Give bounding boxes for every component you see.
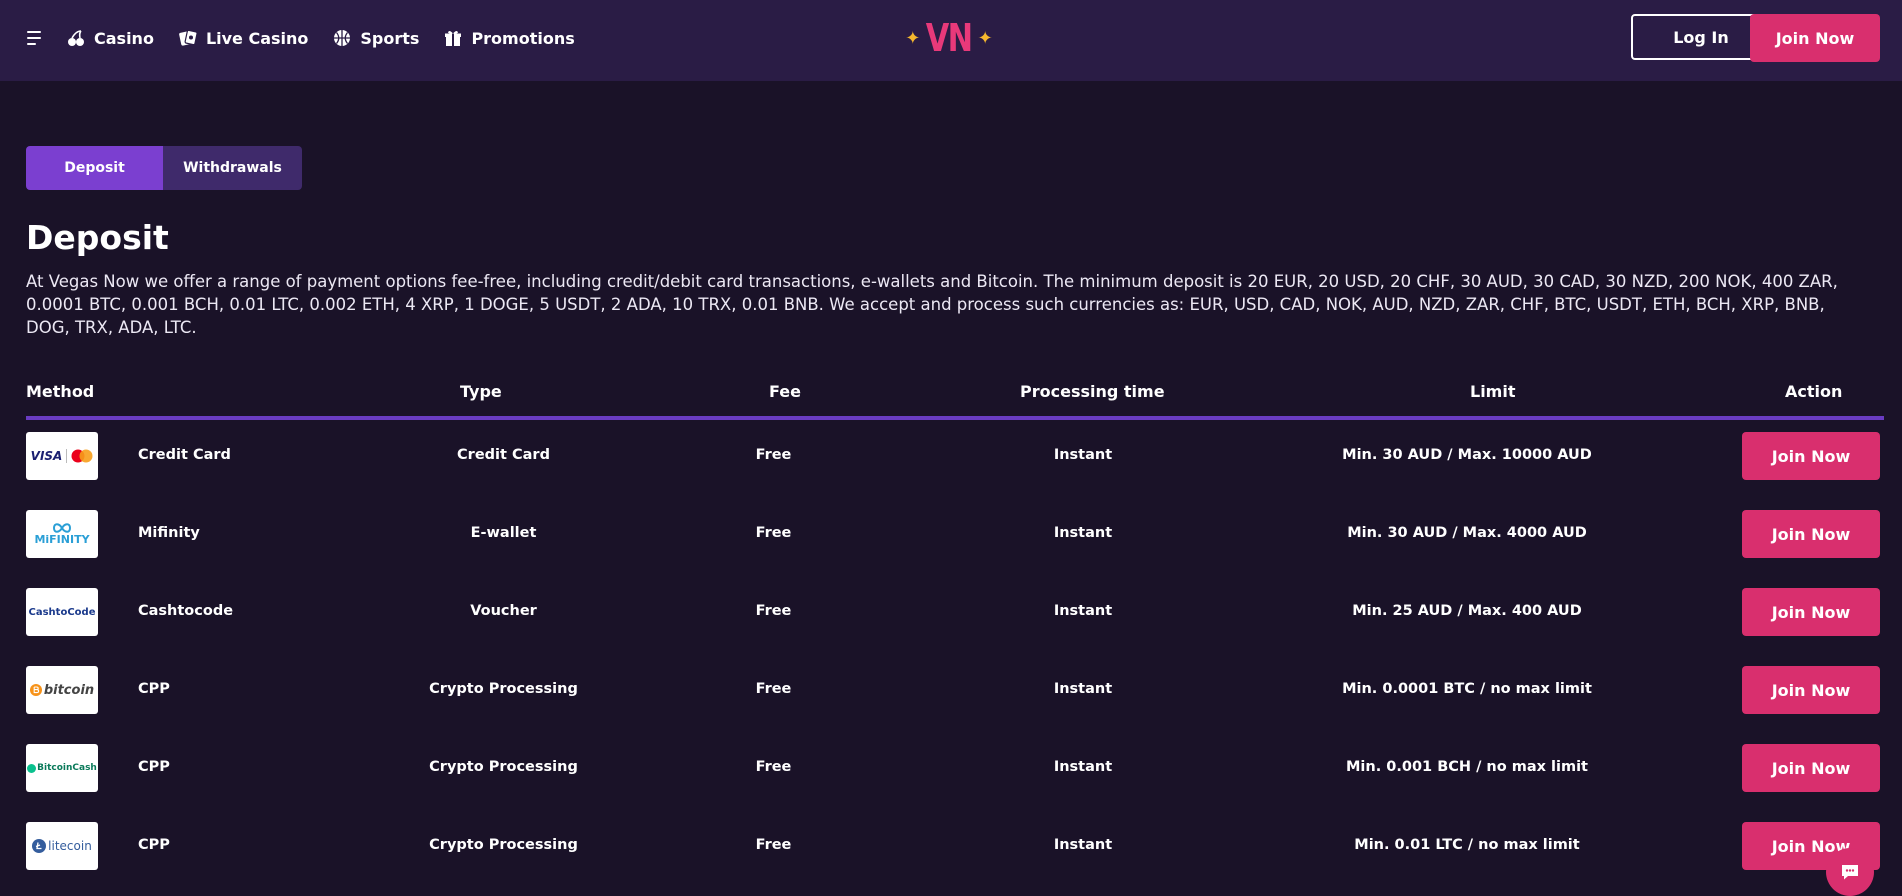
method-fee: Free [755,447,792,463]
infinity-icon [52,522,72,533]
intro-text: At Vegas Now we offer a range of payment… [26,272,1838,337]
tab-deposit[interactable]: Deposit [26,146,163,190]
bitcoin-cash-icon [27,763,37,773]
table-header: Method Type Fee Processing time Limit Ac… [26,378,1884,420]
table-row: VISA Credit Card Credit Card Free Instan… [26,432,1884,482]
gift-icon [445,30,462,46]
processing-time: Instant [1053,681,1113,697]
cards-icon [179,29,198,46]
processing-time: Instant [1053,759,1113,775]
sparkle-icon: ✦ [905,27,921,49]
bitcoin-logo-text: bitcoin [43,682,95,698]
cherries-icon [68,30,84,46]
bitcoin-cash-logo-text: BitcoinCash [37,763,97,773]
method-limit: Min. 0.0001 BTC / no max limit [1342,681,1592,697]
processing-time: Instant [1053,837,1113,853]
table-row: MiFINITY Mifinity E-wallet Free Instant … [26,510,1884,560]
column-header-processing-time: Processing time [1020,382,1165,401]
method-name: Credit Card [138,447,231,463]
method-limit: Min. 0.001 BCH / no max limit [1346,759,1588,775]
join-now-button[interactable]: Join Now [1742,588,1880,636]
column-header-action: Action [1785,382,1843,401]
join-now-button[interactable]: Join Now [1750,14,1880,62]
nav-item-casino[interactable]: Casino [66,24,154,52]
logo-text: VN [926,16,973,60]
join-now-button[interactable]: Join Now [1742,510,1880,558]
method-type: Voucher [470,603,537,619]
mastercard-icon [71,449,93,463]
nav-item-label: Promotions [471,28,575,48]
column-header-fee: Fee [769,382,801,401]
tab-withdrawals[interactable]: Withdrawals [163,146,302,190]
cashtocode-logo: CashtoCode [26,588,98,636]
method-type: Crypto Processing [429,681,578,697]
basketball-icon [334,30,351,46]
table-row: bitcoin CPP Crypto Processing Free Insta… [26,666,1884,716]
join-now-button[interactable]: Join Now [1742,744,1880,792]
litecoin-logo-text: litecoin [48,839,92,853]
method-name: CPP [138,681,170,697]
method-fee: Free [755,759,792,775]
page-title: Deposit [26,218,169,257]
method-type: Credit Card [457,447,550,463]
method-type: Crypto Processing [429,759,578,775]
nav-item-promotions[interactable]: Promotions [443,24,575,52]
litecoin-logo: litecoin [26,822,98,870]
method-fee: Free [755,603,792,619]
chat-button[interactable] [1826,848,1874,896]
method-type: E-wallet [470,525,537,541]
join-now-button[interactable]: Join Now [1742,666,1880,714]
menu-icon[interactable] [27,31,43,45]
mifinity-logo-text: MiFINITY [34,532,90,546]
column-header-method: Method [26,382,95,401]
litecoin-icon [32,839,47,853]
main-nav: Casino Live Casino Sports Promotions [66,24,599,52]
method-fee: Free [755,525,792,541]
method-name: Mifinity [138,525,200,541]
method-name: Cashtocode [138,603,234,619]
processing-time: Instant [1053,525,1113,541]
nav-item-label: Live Casino [205,28,309,48]
method-name: CPP [138,759,170,775]
nav-item-live-casino[interactable]: Live Casino [178,24,308,52]
chat-icon [1842,865,1858,880]
table-row: CashtoCode Cashtocode Voucher Free Insta… [26,588,1884,638]
top-bar: Casino Live Casino Sports Promotions ✦ V… [0,0,1902,81]
table-row: litecoin CPP Crypto Processing Free Inst… [26,822,1884,872]
bitcoin-icon [29,684,42,696]
cashtocode-logo-text: CashtoCode [28,606,96,618]
method-fee: Free [755,837,792,853]
site-logo[interactable]: ✦ VN ✦ [905,16,992,60]
mifinity-logo: MiFINITY [26,510,98,558]
processing-time: Instant [1053,447,1113,463]
table-row: BitcoinCash CPP Crypto Processing Free I… [26,744,1884,794]
method-limit: Min. 30 AUD / Max. 4000 AUD [1347,525,1587,541]
method-fee: Free [755,681,792,697]
bitcoin-logo: bitcoin [26,666,98,714]
method-limit: Min. 25 AUD / Max. 400 AUD [1352,603,1582,619]
sparkle-icon: ✦ [977,27,993,49]
method-limit: Min. 0.01 LTC / no max limit [1354,837,1580,853]
column-header-limit: Limit [1470,382,1516,401]
nav-item-label: Sports [360,28,420,48]
nav-item-label: Casino [94,28,154,48]
visa-logo-text: VISA [30,449,63,463]
nav-item-sports[interactable]: Sports [332,24,419,52]
processing-time: Instant [1053,603,1113,619]
bitcoin-cash-logo: BitcoinCash [26,744,98,792]
method-type: Crypto Processing [429,837,578,853]
join-now-button[interactable]: Join Now [1742,432,1880,480]
column-header-type: Type [460,382,502,401]
method-limit: Min. 30 AUD / Max. 10000 AUD [1342,447,1592,463]
method-name: CPP [138,837,170,853]
visa-mastercard-logo: VISA [26,432,98,480]
payment-tabs: Deposit Withdrawals [26,146,302,190]
